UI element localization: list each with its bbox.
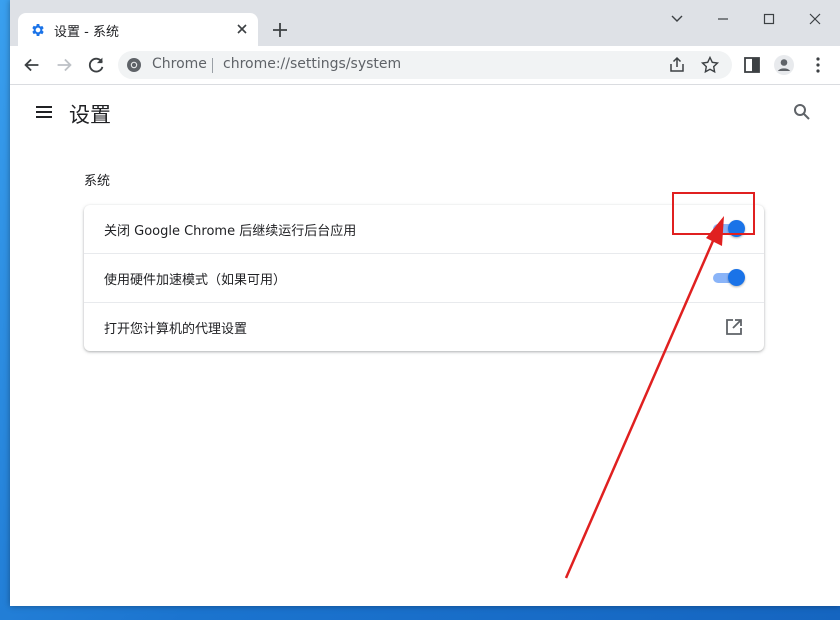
settings-gear-icon	[32, 24, 44, 36]
side-panel-icon[interactable]	[741, 54, 763, 76]
tab-title: 设置 - 系统	[54, 25, 119, 40]
share-icon[interactable]	[667, 55, 687, 75]
chrome-logo-icon	[127, 58, 141, 72]
menu-icon[interactable]	[34, 102, 54, 122]
close-icon[interactable]	[232, 19, 252, 39]
star-icon[interactable]	[700, 55, 720, 75]
plus-icon[interactable]	[268, 18, 292, 42]
tab-settings[interactable]: 设置 - 系统	[18, 13, 258, 46]
setting-label: 使用硬件加速模式（如果可用）	[104, 273, 287, 288]
tab-strip: 设置 - 系统	[10, 0, 840, 46]
chevron-down-icon[interactable]	[663, 6, 691, 32]
setting-label: 打开您计算机的代理设置	[104, 322, 248, 337]
open-in-new-icon[interactable]	[725, 318, 743, 336]
reload-icon[interactable]	[85, 54, 107, 76]
address-bar[interactable]: Chrome chrome://settings/system	[118, 51, 732, 79]
toggle-knob	[728, 269, 745, 286]
hardware-acceleration-toggle[interactable]	[713, 269, 745, 286]
settings-header: 设置	[10, 85, 840, 141]
back-icon[interactable]	[21, 54, 43, 76]
search-icon[interactable]	[792, 102, 812, 122]
page-title: 设置	[69, 103, 111, 127]
omnibox-origin: Chrome	[152, 56, 207, 72]
close-icon[interactable]	[801, 6, 829, 32]
setting-label: 关闭 Google Chrome 后继续运行后台应用	[104, 224, 357, 239]
setting-row-proxy-settings[interactable]: 打开您计算机的代理设置	[84, 302, 764, 351]
minimize-icon[interactable]	[709, 6, 737, 32]
browser-toolbar: Chrome chrome://settings/system	[10, 46, 840, 85]
section-title: 系统	[84, 174, 111, 189]
toggle-knob	[728, 220, 745, 237]
browser-window: 设置 - 系统 Chrome chrome://settings/system …	[10, 0, 840, 606]
omnibox-url[interactable]: chrome://settings/system	[223, 56, 401, 72]
system-settings-card: 关闭 Google Chrome 后继续运行后台应用 使用硬件加速模式（如果可用…	[84, 205, 764, 351]
omnibox-separator	[212, 58, 213, 73]
setting-row-background-apps[interactable]: 关闭 Google Chrome 后继续运行后台应用	[84, 205, 764, 253]
background-apps-toggle[interactable]	[713, 220, 745, 237]
forward-icon[interactable]	[53, 54, 75, 76]
maximize-icon[interactable]	[755, 6, 783, 32]
profile-icon[interactable]	[773, 54, 795, 76]
more-icon[interactable]	[807, 54, 829, 76]
setting-row-hardware-acceleration[interactable]: 使用硬件加速模式（如果可用）	[84, 253, 764, 302]
